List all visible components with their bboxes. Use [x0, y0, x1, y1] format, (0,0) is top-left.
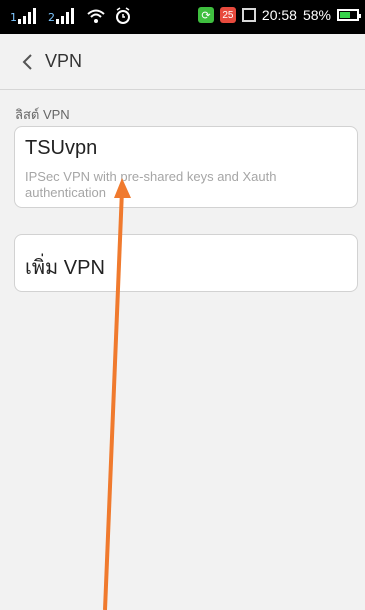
svg-text:1: 1: [10, 11, 17, 24]
image-notification-icon: [241, 8, 256, 22]
vpn-description: IPSec VPN with pre-shared keys and Xauth…: [25, 169, 277, 200]
wifi-icon: [87, 9, 105, 23]
status-bar: 1 2 ⟳ 25 20:58 58%: [0, 0, 365, 34]
app-notification-icon: ⟳: [197, 7, 214, 23]
signal-icon: 1: [10, 8, 36, 24]
vpn-profile-tsuvpn[interactable]: TSUvpn IPSec VPN with pre-shared keys an…: [14, 126, 358, 208]
battery-icon: [337, 9, 361, 21]
annotation-arrow: [103, 178, 131, 610]
add-vpn-label: เพิ่ม VPN: [25, 257, 105, 279]
clock: 20:58: [261, 7, 297, 23]
signal-icon: 2: [48, 8, 74, 24]
battery-percent: 58%: [302, 7, 331, 23]
vpn-list-label: ลิสต์ VPN: [15, 107, 70, 122]
svg-text:2: 2: [48, 11, 55, 24]
chevron-left-icon: [22, 54, 32, 70]
vpn-name: TSUvpn: [25, 137, 98, 159]
notification-count-icon: 25: [219, 7, 236, 23]
add-vpn-button[interactable]: เพิ่ม VPN: [14, 234, 358, 292]
alarm-icon: [116, 7, 130, 24]
page-title: VPN: [45, 51, 83, 71]
back-button[interactable]: [10, 44, 46, 80]
title-bar: VPN: [0, 34, 365, 90]
